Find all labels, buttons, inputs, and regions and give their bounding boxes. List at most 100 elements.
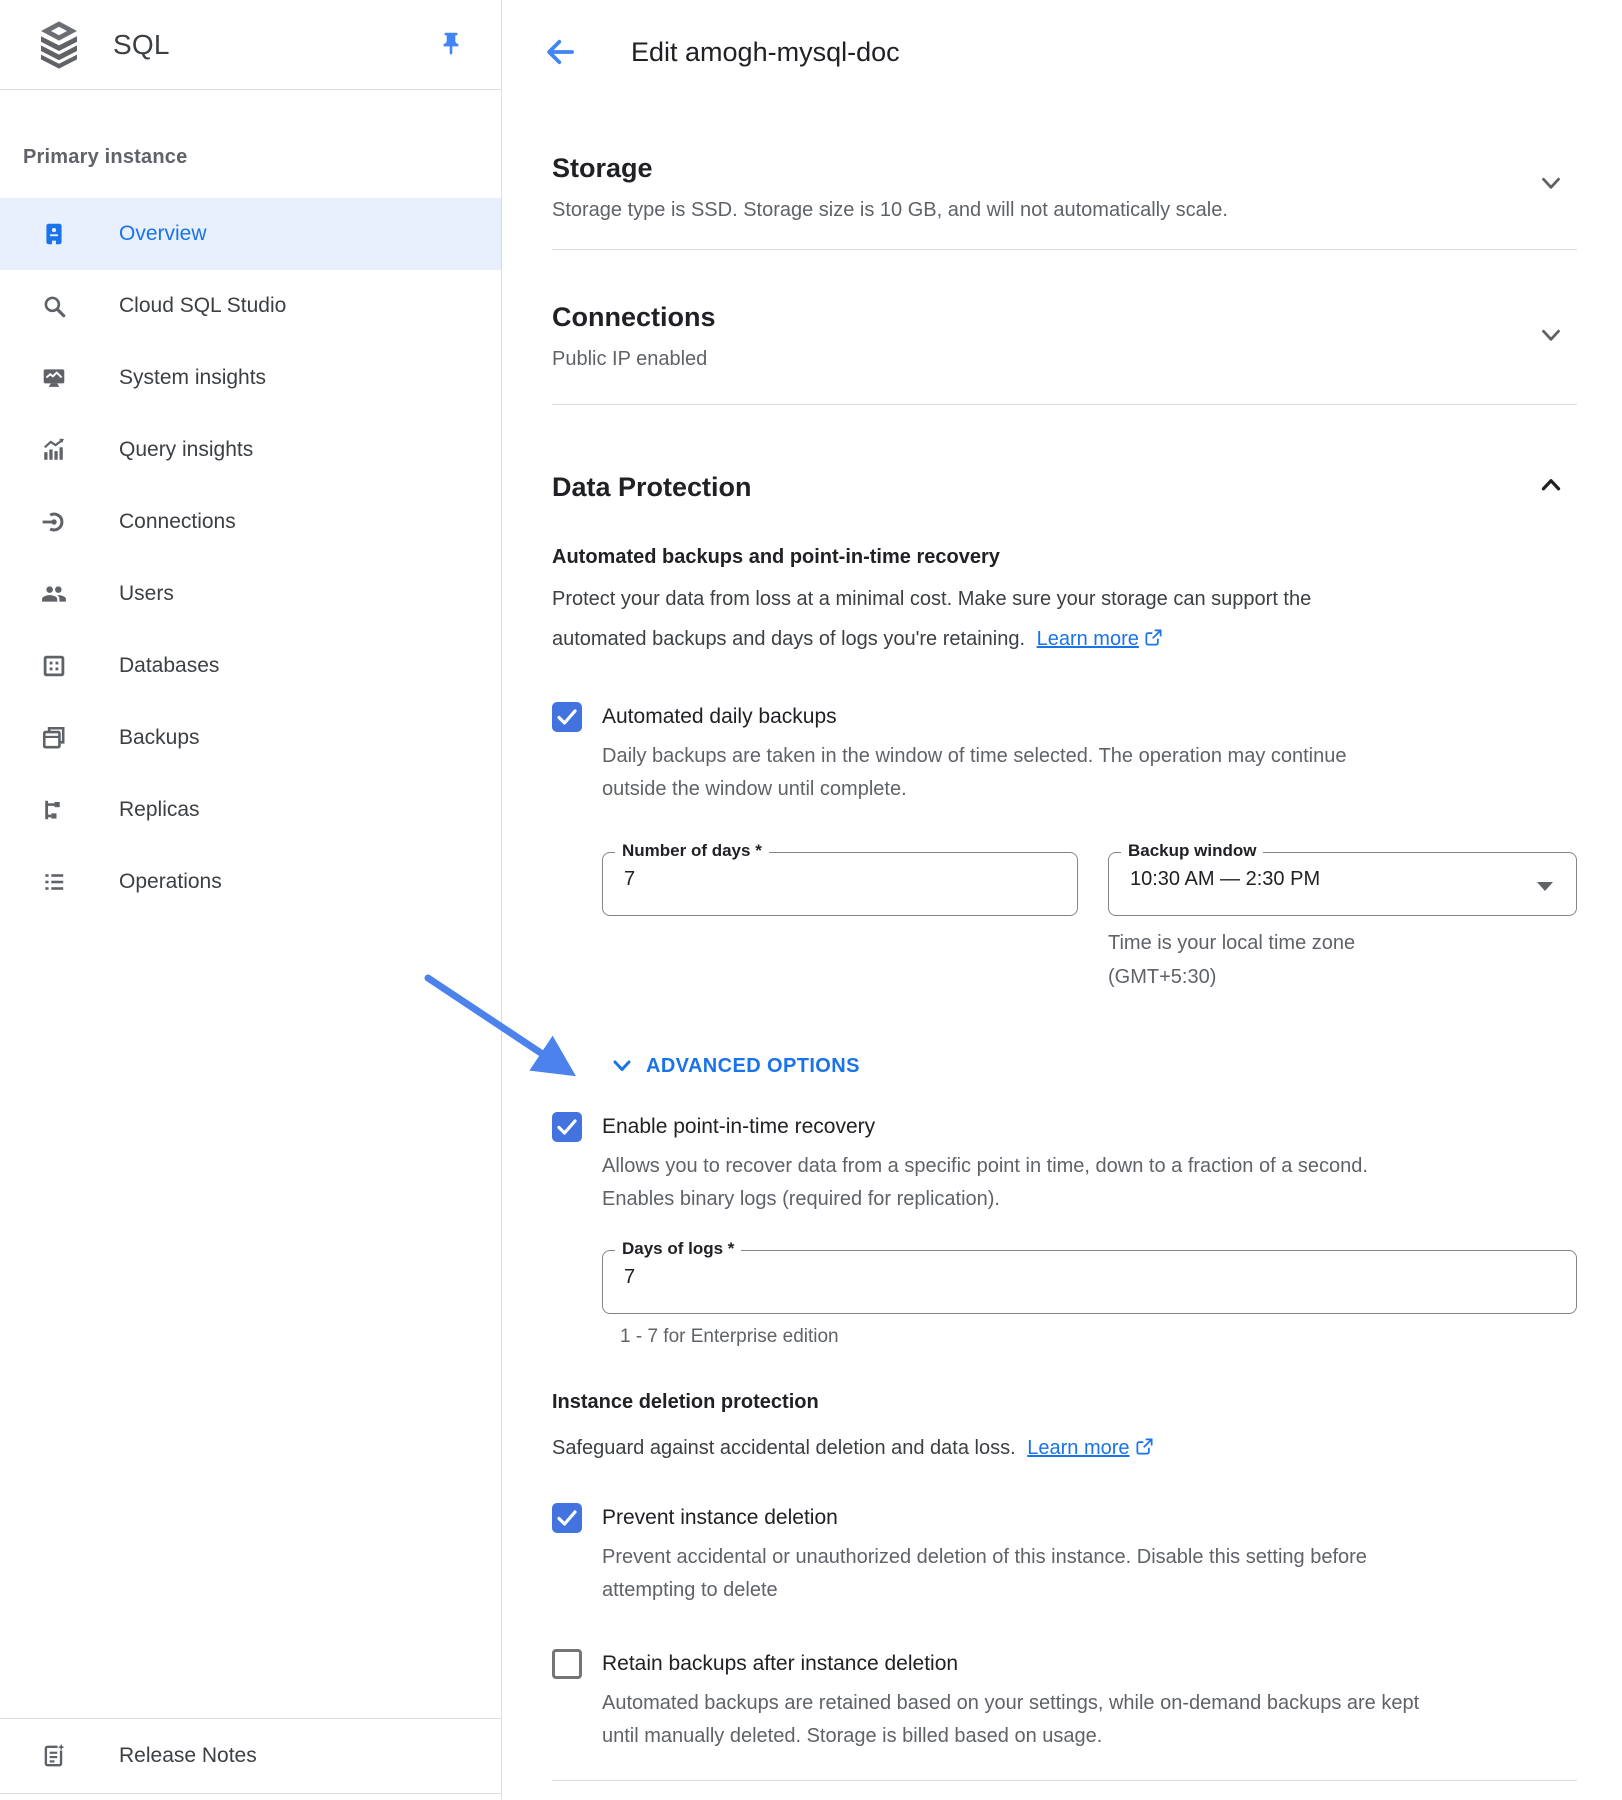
replicas-icon <box>41 797 67 823</box>
sidebar-item-label: Users <box>119 582 174 606</box>
sidebar-item-databases[interactable]: Databases <box>0 630 501 702</box>
pitr-checkbox[interactable] <box>552 1112 582 1142</box>
description-line: Prevent accidental or unauthorized delet… <box>602 1541 1577 1574</box>
backup-window-field-wrap: Backup window 10:30 AM — 2:30 PM Time is… <box>1108 852 1577 994</box>
sidebar-item-users[interactable]: Users <box>0 558 501 630</box>
sidebar-item-label: Release Notes <box>119 1744 257 1768</box>
note-line: Time is your local time zone <box>1108 926 1577 960</box>
advanced-options-toggle[interactable]: ADVANCED OPTIONS <box>610 1054 1577 1078</box>
days-of-logs-field-wrap: Days of logs * 1 - 7 for Enterprise edit… <box>602 1250 1577 1350</box>
sidebar-item-overview[interactable]: Overview <box>0 198 501 270</box>
data-protection-title: Data Protection <box>552 467 1577 507</box>
operations-icon <box>41 869 67 895</box>
number-of-days-label: Number of days * <box>615 841 769 861</box>
automated-daily-backups-label: Automated daily backups <box>602 705 837 729</box>
query-insights-icon <box>41 437 67 463</box>
sidebar-item-label: Replicas <box>119 798 200 822</box>
sidebar-item-backups[interactable]: Backups <box>0 702 501 774</box>
data-protection-collapse-chevron-up-icon[interactable] <box>1537 471 1565 499</box>
system-insights-icon <box>41 365 67 391</box>
retain-backups-label: Retain backups after instance deletion <box>602 1652 958 1676</box>
days-of-logs-helper: 1 - 7 for Enterprise edition <box>620 1324 1577 1350</box>
product-title: SQL <box>113 29 170 61</box>
retain-backups-checkbox[interactable] <box>552 1649 582 1679</box>
advanced-options-label: ADVANCED OPTIONS <box>646 1055 860 1078</box>
learn-more-link[interactable]: Learn more <box>1027 1437 1129 1459</box>
sidebar-item-connections[interactable]: Connections <box>0 486 501 558</box>
days-of-logs-input[interactable] <box>603 1251 1576 1289</box>
automated-daily-backups-checkbox[interactable] <box>552 702 582 732</box>
sidebar-item-label: Cloud SQL Studio <box>119 294 286 318</box>
connections-title: Connections <box>552 297 1577 337</box>
overview-icon <box>41 221 67 247</box>
edit-form: Storage Storage type is SSD. Storage siz… <box>503 148 1622 1781</box>
page-header: Edit amogh-mysql-doc <box>503 0 1622 104</box>
sidebar-item-label: Query insights <box>119 438 253 462</box>
sidebar-item-label: Backups <box>119 726 200 750</box>
automated-daily-backups-row: Automated daily backups <box>552 702 1577 732</box>
note-line: (GMT+5:30) <box>1108 960 1577 994</box>
sidebar-item-cloud-sql-studio[interactable]: Cloud SQL Studio <box>0 270 501 342</box>
sidebar-item-label: Connections <box>119 510 236 534</box>
description-line: automated backups and days of logs you'r… <box>552 628 1163 650</box>
description-line: Allows you to recover data from a specif… <box>602 1150 1577 1183</box>
connections-summary: Public IP enabled <box>552 345 1577 373</box>
connections-expand-chevron-down-icon[interactable] <box>1537 321 1565 349</box>
description-line: outside the window until complete. <box>602 773 1577 806</box>
number-of-days-field-wrap: Number of days * <box>602 852 1078 994</box>
search-icon <box>41 293 67 319</box>
sidebar-nav: Overview Cloud SQL Studio System insight… <box>0 198 501 918</box>
automated-backups-description: Protect your data from loss at a minimal… <box>552 579 1577 661</box>
description-line: Daily backups are taken in the window of… <box>602 740 1577 773</box>
connections-section-header: Connections Public IP enabled <box>552 297 1577 373</box>
prevent-deletion-label: Prevent instance deletion <box>602 1506 838 1530</box>
description-line: Safeguard against accidental deletion an… <box>552 1437 1016 1459</box>
backup-fields-row: Number of days * Backup window 10:30 AM … <box>602 852 1577 994</box>
section-divider <box>552 404 1577 405</box>
storage-title: Storage <box>552 148 1577 188</box>
sidebar-item-label: Overview <box>119 222 207 246</box>
sidebar-item-query-insights[interactable]: Query insights <box>0 414 501 486</box>
prevent-deletion-checkbox[interactable] <box>552 1503 582 1533</box>
retain-backups-description: Automated backups are retained based on … <box>602 1687 1577 1753</box>
storage-expand-chevron-down-icon[interactable] <box>1537 169 1565 197</box>
pitr-label: Enable point-in-time recovery <box>602 1115 875 1139</box>
sidebar-item-release-notes[interactable]: Release Notes <box>0 1718 501 1794</box>
prevent-deletion-row: Prevent instance deletion <box>552 1503 1577 1533</box>
description-line: attempting to delete <box>602 1574 1577 1607</box>
release-notes-icon <box>41 1743 67 1769</box>
users-icon <box>41 581 67 607</box>
sidebar-item-label: Operations <box>119 870 222 894</box>
deletion-protection-heading: Instance deletion protection <box>552 1388 1577 1416</box>
pin-icon[interactable] <box>435 28 467 60</box>
description-line: Protect your data from loss at a minimal… <box>552 579 1577 619</box>
prevent-deletion-description: Prevent accidental or unauthorized delet… <box>602 1541 1577 1607</box>
timezone-note: Time is your local time zone (GMT+5:30) <box>1108 926 1577 994</box>
sidebar-item-label: Databases <box>119 654 219 678</box>
sidebar-item-replicas[interactable]: Replicas <box>0 774 501 846</box>
dropdown-arrow-icon[interactable] <box>1537 882 1553 891</box>
storage-section-header: Storage Storage type is SSD. Storage siz… <box>552 148 1577 224</box>
deletion-protection-description: Safeguard against accidental deletion an… <box>552 1420 1577 1464</box>
backup-window-label: Backup window <box>1121 841 1263 861</box>
external-link-icon <box>1135 1436 1154 1464</box>
sidebar: SQL Primary instance Overview Cloud SQL … <box>0 0 502 1800</box>
data-protection-section-header: Data Protection <box>552 467 1577 507</box>
sidebar-item-system-insights[interactable]: System insights <box>0 342 501 414</box>
main-panel: Edit amogh-mysql-doc Storage Storage typ… <box>503 0 1622 1800</box>
connections-icon <box>41 509 67 535</box>
retain-backups-row: Retain backups after instance deletion <box>552 1649 1577 1679</box>
databases-icon <box>41 653 67 679</box>
description-line: Automated backups are retained based on … <box>602 1687 1577 1720</box>
backup-window-select[interactable]: Backup window 10:30 AM — 2:30 PM <box>1108 852 1577 916</box>
section-divider <box>552 249 1577 250</box>
learn-more-link[interactable]: Learn more <box>1037 628 1139 650</box>
description-line: until manually deleted. Storage is bille… <box>602 1720 1577 1753</box>
sidebar-item-label: System insights <box>119 366 266 390</box>
back-arrow-icon[interactable] <box>543 35 577 69</box>
section-divider <box>552 1780 1577 1781</box>
advanced-options-chevron-down-icon <box>610 1054 634 1078</box>
pitr-row: Enable point-in-time recovery <box>552 1112 1577 1142</box>
sidebar-item-operations[interactable]: Operations <box>0 846 501 918</box>
days-of-logs-label: Days of logs * <box>615 1239 741 1259</box>
